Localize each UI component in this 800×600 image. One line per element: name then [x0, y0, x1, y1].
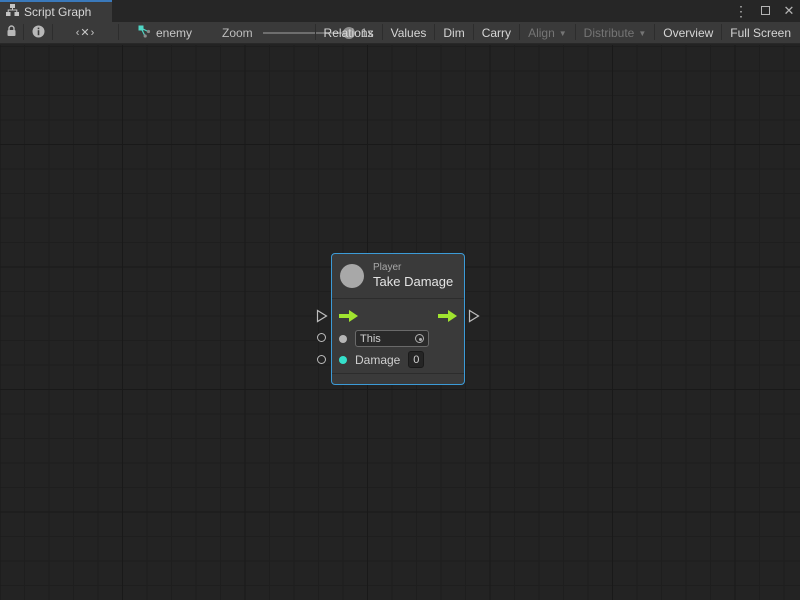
flow-in-arrow-icon[interactable] [339, 310, 358, 322]
carry-button[interactable]: Carry [474, 22, 519, 43]
flow-out-arrow-icon[interactable] [438, 310, 457, 322]
toolbar: ‹✕› enemy Zoom 1x Relat [0, 22, 800, 44]
node-icon [340, 264, 364, 288]
graph-asset-icon [138, 25, 151, 41]
damage-port-label: Damage [355, 353, 400, 367]
align-dropdown[interactable]: Align ▼ [520, 22, 575, 43]
relations-button[interactable]: Relations [316, 22, 382, 43]
tab-label: Script Graph [24, 5, 91, 19]
input-flow-port-outer[interactable] [316, 309, 328, 328]
code-icon: ‹✕› [76, 26, 96, 39]
graph-icon [6, 3, 19, 21]
this-field-value: This [360, 333, 381, 345]
this-port-icon[interactable] [339, 335, 347, 343]
distribute-label: Distribute [584, 26, 635, 40]
distribute-dropdown[interactable]: Distribute ▼ [576, 22, 655, 43]
info-icon [32, 25, 45, 41]
maximize-icon[interactable] [758, 2, 772, 20]
chevron-down-icon: ▼ [559, 29, 567, 38]
node-footer [332, 373, 464, 384]
damage-value-input[interactable]: 0 [408, 351, 424, 368]
output-flow-port-outer[interactable] [468, 309, 480, 328]
this-object-field[interactable]: This [355, 330, 429, 347]
graph-canvas[interactable]: Player Take Damage [0, 45, 800, 600]
object-picker-icon[interactable] [415, 334, 424, 343]
node-title: Take Damage [373, 274, 453, 290]
this-port-outer[interactable] [317, 333, 326, 342]
menu-kebab-icon[interactable]: ⋮ [734, 2, 748, 20]
breadcrumb-label: enemy [156, 26, 192, 40]
zoom-label: Zoom [222, 26, 253, 40]
node-header[interactable]: Player Take Damage [332, 254, 464, 299]
lock-icon [6, 25, 17, 40]
chevron-down-icon: ▼ [638, 29, 646, 38]
take-damage-node[interactable]: Player Take Damage [331, 253, 465, 385]
dim-button[interactable]: Dim [435, 22, 472, 43]
full-screen-button[interactable]: Full Screen [722, 22, 799, 43]
node-body: This Damage 0 [332, 299, 464, 373]
damage-port-outer[interactable] [317, 355, 326, 364]
close-icon[interactable]: ✕ [782, 2, 796, 20]
toolbar-right-group: Relations Values Dim Carry Align ▼ Distr… [315, 22, 799, 43]
lock-button[interactable] [0, 22, 23, 43]
code-ports-button[interactable]: ‹✕› [53, 22, 118, 43]
align-label: Align [528, 26, 555, 40]
values-button[interactable]: Values [383, 22, 435, 43]
overview-button[interactable]: Overview [655, 22, 721, 43]
tab-bar: Script Graph ⋮ ✕ [0, 0, 800, 22]
window-controls: ⋮ ✕ [734, 0, 796, 22]
breadcrumb[interactable]: enemy [138, 22, 192, 43]
damage-port-icon[interactable] [339, 356, 347, 364]
node-subtitle: Player [373, 262, 453, 275]
script-graph-window: Script Graph ⋮ ✕ [0, 0, 800, 600]
tab-script-graph[interactable]: Script Graph [0, 0, 112, 22]
info-button[interactable] [24, 22, 52, 43]
